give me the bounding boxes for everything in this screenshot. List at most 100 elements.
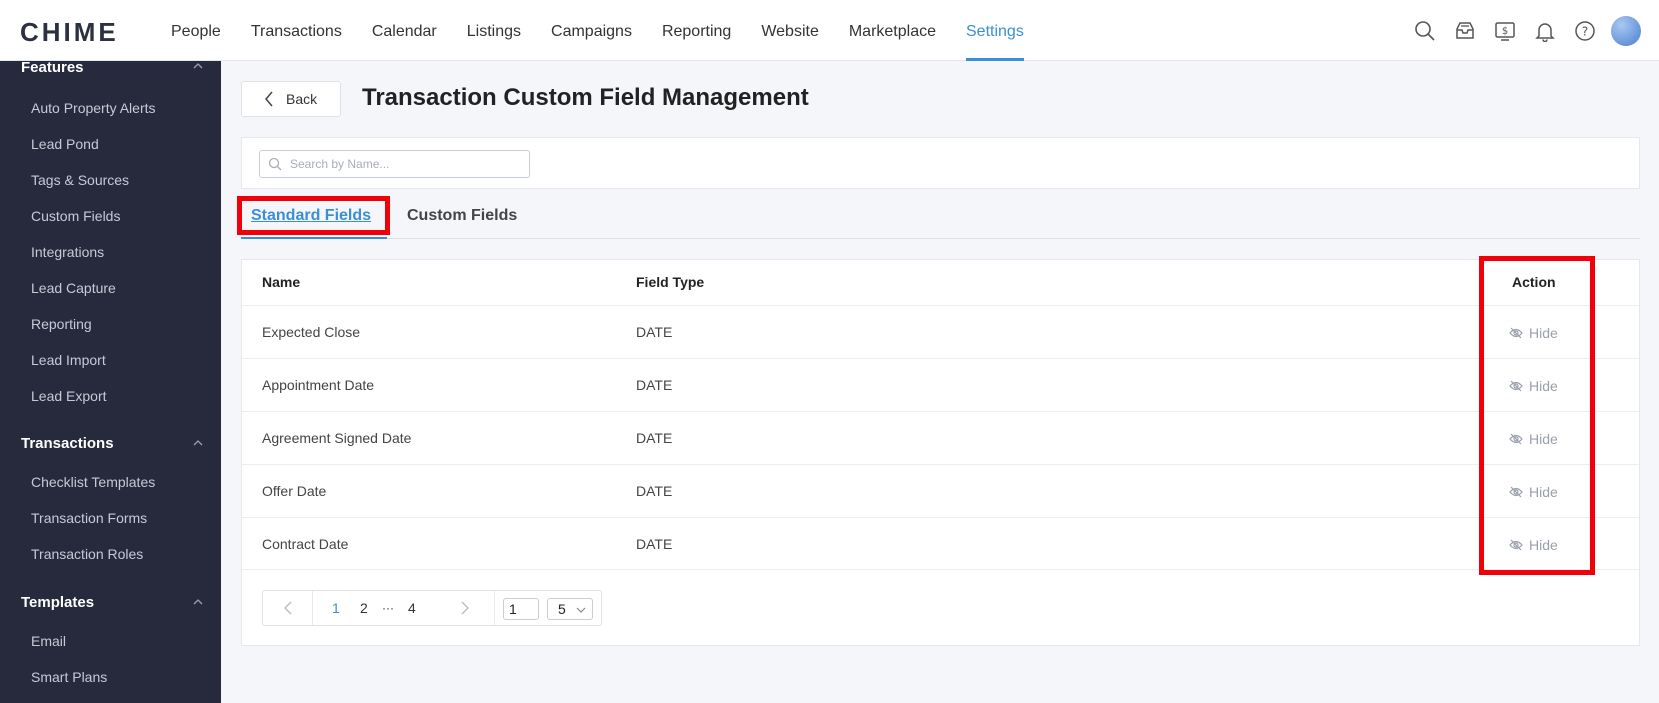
chevron-left-icon (265, 91, 273, 107)
sidebar-section-transactions[interactable]: Transactions (21, 435, 114, 452)
nav-transactions[interactable]: Transactions (251, 0, 342, 61)
row-field-type: DATE (636, 377, 673, 393)
hide-button[interactable]: Hide (1509, 465, 1558, 518)
eye-off-icon (1509, 433, 1523, 444)
tab-custom-fields[interactable]: Custom Fields (407, 207, 517, 225)
table-row: Offer Date DATE Hide (242, 464, 1639, 517)
pagination: 1 2 ··· 4 5 (262, 590, 602, 626)
table-row: Appointment Date DATE Hide (242, 358, 1639, 411)
svg-text:$: $ (1502, 26, 1508, 37)
goto-page-input[interactable] (503, 598, 539, 620)
page-size-value: 5 (558, 601, 566, 617)
page-4[interactable]: 4 (408, 591, 416, 625)
sidebar-section-features[interactable]: Features (21, 61, 84, 76)
table-row: Expected Close DATE Hide (242, 305, 1639, 358)
sidebar-item-integrations[interactable]: Integrations (31, 244, 104, 260)
back-button-label: Back (286, 91, 318, 107)
nav-marketplace[interactable]: Marketplace (849, 0, 936, 61)
hide-button[interactable]: Hide (1509, 412, 1558, 465)
hide-label: Hide (1529, 377, 1558, 394)
search-input[interactable] (290, 155, 520, 173)
sidebar-item-lead-capture[interactable]: Lead Capture (31, 280, 116, 296)
next-page-button[interactable] (435, 591, 495, 625)
eye-off-icon (1509, 539, 1523, 550)
sidebar-item-auto-property-alerts[interactable]: Auto Property Alerts (31, 100, 156, 116)
eye-off-icon (1509, 327, 1523, 338)
search-box[interactable] (259, 150, 530, 178)
row-field-type: DATE (636, 483, 673, 499)
chevron-up-icon[interactable] (193, 597, 203, 607)
sidebar-item-email[interactable]: Email (31, 633, 66, 649)
sidebar-item-lead-export[interactable]: Lead Export (31, 388, 107, 404)
nav-campaigns[interactable]: Campaigns (551, 0, 632, 61)
svg-text:?: ? (1582, 24, 1588, 38)
sidebar-item-checklist-templates[interactable]: Checklist Templates (31, 474, 155, 490)
hide-button[interactable]: Hide (1509, 518, 1558, 571)
row-name: Offer Date (262, 483, 327, 499)
column-header-action: Action (1512, 274, 1556, 290)
page-title: Transaction Custom Field Management (362, 84, 809, 111)
column-header-name: Name (262, 274, 301, 290)
chevron-left-icon (283, 601, 291, 615)
billing-icon[interactable]: $ (1485, 11, 1525, 51)
hide-label: Hide (1529, 536, 1558, 553)
sidebar-item-reporting[interactable]: Reporting (31, 316, 92, 332)
row-field-type: DATE (636, 536, 673, 552)
hide-label: Hide (1529, 324, 1558, 341)
search-icon[interactable] (1405, 11, 1445, 51)
row-name: Appointment Date (262, 377, 375, 393)
chevron-down-icon (576, 607, 586, 613)
sidebar-item-smart-plans[interactable]: Smart Plans (31, 669, 107, 685)
nav-listings[interactable]: Listings (467, 0, 521, 61)
avatar[interactable] (1611, 15, 1641, 46)
eye-off-icon (1509, 380, 1523, 391)
chevron-up-icon[interactable] (193, 61, 203, 71)
page-size-select[interactable]: 5 (547, 598, 593, 620)
sidebar-item-tags-sources[interactable]: Tags & Sources (31, 172, 129, 188)
hide-label: Hide (1529, 483, 1558, 500)
back-button[interactable]: Back (241, 81, 341, 117)
active-tab-underline (241, 237, 387, 239)
previous-page-button[interactable] (263, 591, 313, 625)
row-name: Contract Date (262, 536, 349, 552)
chime-logo[interactable]: CHIME (20, 17, 119, 48)
hide-button[interactable]: Hide (1509, 359, 1558, 412)
nav-settings[interactable]: Settings (966, 0, 1024, 61)
nav-website[interactable]: Website (761, 0, 819, 61)
row-field-type: DATE (636, 430, 673, 446)
settings-sidebar: Features Auto Property Alerts Lead Pond … (0, 61, 221, 703)
main-nav: People Transactions Calendar Listings Ca… (171, 0, 1054, 61)
chevron-up-icon[interactable] (193, 438, 203, 448)
hide-button[interactable]: Hide (1509, 306, 1558, 359)
row-name: Agreement Signed Date (262, 430, 412, 446)
hide-label: Hide (1529, 430, 1558, 447)
table-row: Agreement Signed Date DATE Hide (242, 411, 1639, 464)
sidebar-item-transaction-forms[interactable]: Transaction Forms (31, 510, 147, 526)
row-name: Expected Close (262, 324, 361, 340)
search-icon (268, 157, 282, 171)
sidebar-item-transaction-roles[interactable]: Transaction Roles (31, 546, 143, 562)
top-icons: $ ? (1405, 0, 1659, 61)
page-1[interactable]: 1 (332, 591, 340, 625)
inbox-icon[interactable] (1445, 11, 1485, 51)
sidebar-section-templates[interactable]: Templates (21, 594, 94, 611)
bell-icon[interactable] (1525, 11, 1565, 51)
top-navigation-bar: CHIME People Transactions Calendar Listi… (0, 0, 1659, 61)
page-ellipsis[interactable]: ··· (382, 591, 394, 625)
nav-calendar[interactable]: Calendar (372, 0, 437, 61)
sidebar-item-lead-pond[interactable]: Lead Pond (31, 136, 99, 152)
tab-standard-fields[interactable]: Standard Fields (251, 207, 371, 225)
page-2[interactable]: 2 (360, 591, 368, 625)
field-tabs: Standard Fields Custom Fields (241, 196, 1640, 239)
help-icon[interactable]: ? (1565, 11, 1605, 51)
fields-table: Name Field Type Action Expected Close DA… (241, 259, 1640, 646)
column-header-field-type: Field Type (636, 274, 705, 290)
nav-reporting[interactable]: Reporting (662, 0, 731, 61)
search-panel (241, 137, 1640, 189)
nav-people[interactable]: People (171, 0, 221, 61)
sidebar-item-lead-import[interactable]: Lead Import (31, 352, 106, 368)
eye-off-icon (1509, 486, 1523, 497)
row-field-type: DATE (636, 324, 673, 340)
sidebar-item-custom-fields[interactable]: Custom Fields (31, 208, 120, 224)
chevron-right-icon (461, 601, 469, 615)
